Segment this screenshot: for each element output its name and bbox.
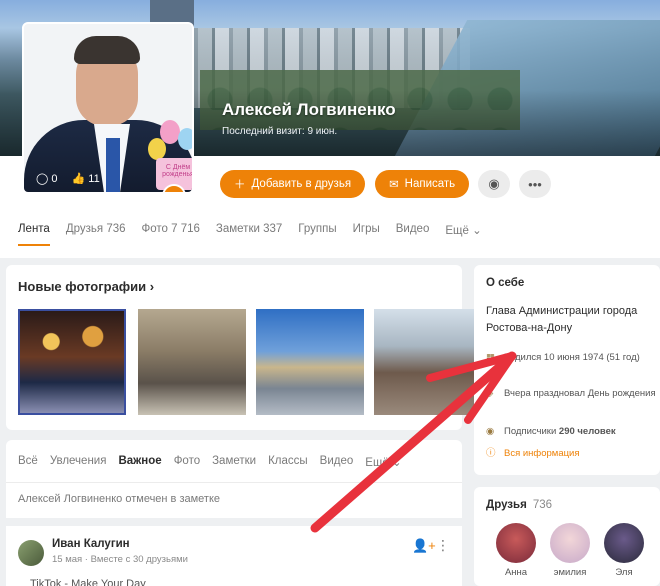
more-dots-icon: ••• xyxy=(528,176,542,192)
feed-post: Иван Калугин 15 мая · Вместе с 30 друзья… xyxy=(6,518,462,586)
feed-mention: Алексей Логвиненко отмечен в заметке xyxy=(18,493,221,505)
subscribers-label: Подписчики xyxy=(504,426,557,437)
post-text[interactable]: TikTok - Make Your Day xyxy=(30,578,146,586)
feed-tab-more[interactable]: Ещё ⌄ xyxy=(365,455,401,469)
friends-title[interactable]: Друзья 736 xyxy=(486,499,552,511)
friend-name[interactable]: Эля xyxy=(599,567,649,578)
friend-name[interactable]: эмилия xyxy=(545,567,595,578)
friend-avatar[interactable] xyxy=(604,523,644,563)
subscribers-row[interactable]: ◉ Подписчики 290 человек xyxy=(486,425,656,439)
feed-card: Всё Увлечения Важное Фото Заметки Классы… xyxy=(6,440,462,586)
new-photos-card: Новые фотографии › xyxy=(6,265,482,430)
friends-count: 736 xyxy=(532,499,552,511)
add-user-icon: ＋ xyxy=(234,179,246,191)
tab-games[interactable]: Игры xyxy=(353,223,380,246)
celebrated-text: Вчера праздновал День рождения xyxy=(504,388,656,399)
last-visit: Последний визит: 9 июн. xyxy=(222,126,338,137)
tab-groups[interactable]: Группы xyxy=(298,223,336,246)
friend-avatar[interactable] xyxy=(496,523,536,563)
friend-name[interactable]: Анна xyxy=(491,567,541,578)
chevron-right-icon: › xyxy=(149,279,155,294)
write-message-button[interactable]: ✉ Написать xyxy=(375,170,470,198)
friends-title-text: Друзья xyxy=(486,499,527,511)
about-title: О себе xyxy=(486,277,525,289)
likes-stat[interactable]: 👍 11 xyxy=(72,172,100,185)
birthday-balloons-icon: С Днём рожденья xyxy=(142,114,192,192)
about-description: Глава Администрации города Ростова-на-До… xyxy=(486,305,638,334)
chevron-down-icon: ⌄ xyxy=(472,225,482,237)
photo-thumbnail[interactable] xyxy=(138,309,246,415)
tab-photos[interactable]: Фото 7 716 xyxy=(142,223,200,246)
feed-tab-more-label: Ещё xyxy=(365,457,389,469)
rss-icon: ◉ xyxy=(488,176,500,191)
new-photos-title-text: Новые фотографии xyxy=(18,279,147,294)
tab-feed[interactable]: Лента xyxy=(18,223,50,246)
more-vertical-icon[interactable]: ⋮ xyxy=(436,537,450,554)
tab-notes[interactable]: Заметки 337 xyxy=(216,223,282,246)
rss-icon: ◉ xyxy=(486,426,495,437)
friend-avatar[interactable] xyxy=(550,523,590,563)
tab-more[interactable]: Ещё ⌄ xyxy=(445,223,481,246)
add-friend-label: Добавить в друзья xyxy=(251,178,352,190)
comments-stat[interactable]: ◯ 0 xyxy=(36,172,58,185)
about-card: О себе Глава Администрации города Ростов… xyxy=(474,265,660,475)
profile-name: Алексей Логвиненко xyxy=(222,100,396,119)
likes-count: 11 xyxy=(88,173,100,185)
profile-avatar[interactable]: С Днём рожденья ◯ 0 👍 11 ок xyxy=(22,22,194,194)
feed-tab-video[interactable]: Видео xyxy=(320,455,354,469)
photo-thumbnail[interactable] xyxy=(374,309,482,415)
subscribe-button[interactable]: ◉ xyxy=(478,170,510,198)
all-info-text: Вся информация xyxy=(504,448,580,459)
cake-icon: ◈ xyxy=(486,388,494,399)
avatar[interactable] xyxy=(18,540,44,566)
add-friend-button[interactable]: ＋ Добавить в друзья xyxy=(220,170,366,198)
more-actions-button[interactable]: ••• xyxy=(519,170,551,198)
feed-tab-important[interactable]: Важное xyxy=(118,455,161,469)
chevron-down-icon: ⌄ xyxy=(392,457,402,469)
celebrated-row: ◈ Вчера праздновал День рождения xyxy=(486,387,656,401)
profile-tabs: Лента Друзья 736 Фото 7 716 Заметки 337 … xyxy=(18,223,482,246)
new-photos-title[interactable]: Новые фотографии › xyxy=(18,279,154,294)
photo-thumbnail[interactable] xyxy=(18,309,126,415)
divider xyxy=(6,482,462,483)
post-author[interactable]: Иван Калугин xyxy=(52,538,130,550)
feed-tab-notes[interactable]: Заметки xyxy=(212,455,256,469)
all-info-link[interactable]: ⓘ Вся информация xyxy=(486,447,656,461)
subscribers-count: 290 человек xyxy=(558,426,616,437)
birthday-text: Родился 10 июня 1974 (51 год) xyxy=(504,352,640,363)
birthday-row: ▦ Родился 10 июня 1974 (51 год) xyxy=(486,351,656,365)
write-label: Написать xyxy=(404,178,456,190)
tab-friends[interactable]: Друзья 736 xyxy=(66,223,126,246)
friends-card: Друзья 736 Анна эмилия Эля xyxy=(474,487,660,586)
comments-count: 0 xyxy=(51,173,58,185)
post-meta: 15 мая · Вместе с 30 друзьями xyxy=(52,554,188,565)
info-icon: ⓘ xyxy=(486,448,496,459)
feed-tab-hobbies[interactable]: Увлечения xyxy=(50,455,107,469)
photo-thumbnail[interactable] xyxy=(256,309,364,415)
feed-tab-classes[interactable]: Классы xyxy=(268,455,308,469)
feed-tab-photo[interactable]: Фото xyxy=(174,455,200,469)
feed-tab-all[interactable]: Всё xyxy=(18,455,38,469)
add-user-icon[interactable]: 👤+ xyxy=(412,538,436,554)
feed-tabs: Всё Увлечения Важное Фото Заметки Классы… xyxy=(18,455,402,469)
tab-more-label: Ещё xyxy=(445,225,469,237)
tab-video[interactable]: Видео xyxy=(396,223,430,246)
profile-header: С Днём рожденья ◯ 0 👍 11 ок Алексей Логв… xyxy=(0,0,660,258)
calendar-icon: ▦ xyxy=(486,352,495,363)
mail-icon: ✉ xyxy=(389,179,399,191)
